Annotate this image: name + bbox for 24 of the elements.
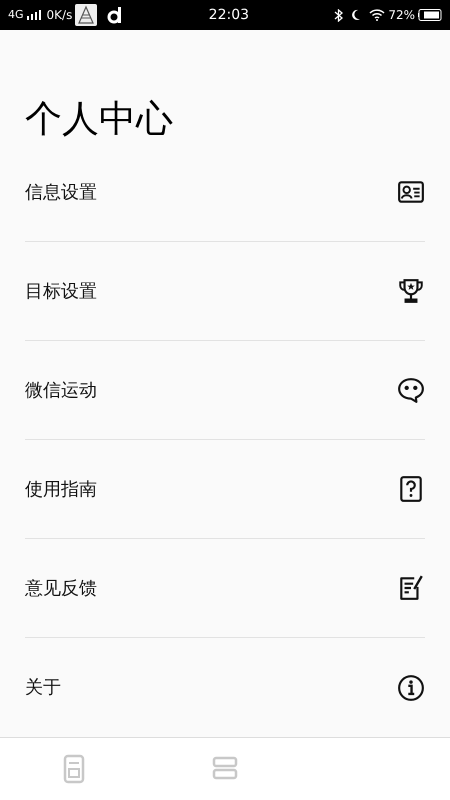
info-icon (397, 674, 425, 702)
question-mark-icon (397, 475, 425, 503)
menu-item[interactable]: 关于 (25, 638, 425, 737)
app-logo-icon (107, 6, 124, 24)
menu-item[interactable]: 意见反馈 (25, 539, 425, 638)
menu-item[interactable]: 使用指南 (25, 440, 425, 539)
trophy-icon (397, 277, 425, 305)
notepad-pencil-icon (397, 574, 425, 602)
menu-item[interactable]: 目标设置 (25, 242, 425, 341)
network-type: 4G (8, 6, 24, 23)
id-card-icon (397, 178, 425, 206)
wifi-icon (369, 9, 386, 21)
bluetooth-icon (334, 8, 344, 22)
moon-icon (351, 9, 362, 21)
app-icon (75, 4, 98, 26)
menu-item[interactable]: 微信运动 (25, 341, 425, 440)
chat-bubble-icon (397, 376, 425, 404)
clock: 22:03 (208, 6, 250, 24)
battery-icon (418, 9, 442, 21)
network-speed: 0K/s (46, 7, 72, 24)
signal-icon (26, 10, 41, 20)
page-title: 个人中心 (24, 96, 174, 142)
battery-percent: 72% (388, 7, 415, 24)
menu-item[interactable]: 信息设置 (25, 143, 425, 242)
